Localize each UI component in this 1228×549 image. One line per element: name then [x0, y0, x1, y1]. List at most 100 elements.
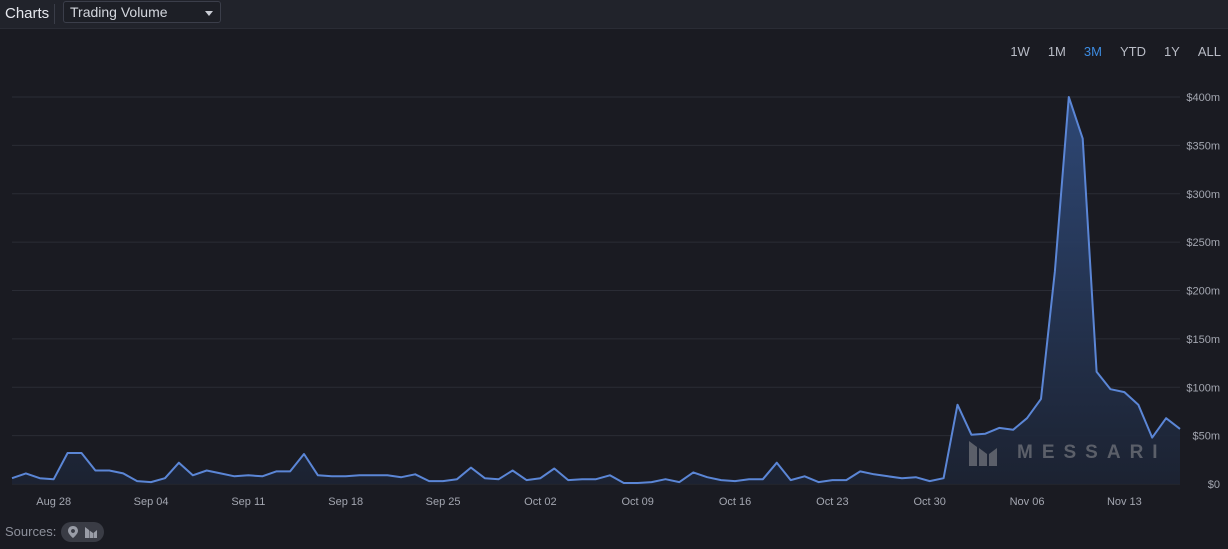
data-point [1082, 138, 1084, 140]
pin-icon [68, 526, 78, 538]
data-point [122, 472, 124, 474]
y-tick-label: $350m [1186, 140, 1220, 152]
data-point [984, 433, 986, 435]
data-point [609, 474, 611, 476]
data-point [1012, 429, 1014, 431]
data-point [25, 472, 27, 474]
data-point [136, 480, 138, 482]
data-point [386, 474, 388, 476]
messari-watermark: MESSARI [967, 438, 1167, 468]
watermark-text: MESSARI [1017, 442, 1167, 463]
data-point [525, 479, 527, 481]
data-point [108, 469, 110, 471]
data-point [859, 470, 861, 472]
data-point [1068, 96, 1070, 98]
data-point [303, 453, 305, 455]
data-point [957, 404, 959, 406]
sources-label: Sources: [5, 524, 57, 539]
data-point [414, 473, 416, 475]
data-point [915, 476, 917, 478]
data-point [1123, 391, 1125, 393]
data-point [442, 480, 444, 482]
data-point [400, 476, 402, 478]
data-point [651, 481, 653, 483]
data-point [1040, 398, 1042, 400]
x-tick-label: Nov 06 [1010, 496, 1045, 508]
data-point [94, 469, 96, 471]
x-tick-label: Sep 04 [134, 496, 169, 508]
y-tick-label: $0 [1208, 479, 1220, 491]
data-point [498, 478, 500, 480]
data-point [637, 482, 639, 484]
data-point [1179, 428, 1181, 430]
data-point [790, 479, 792, 481]
data-point [970, 434, 972, 436]
data-point [67, 452, 69, 454]
y-tick-label: $300m [1186, 189, 1220, 201]
data-point [53, 478, 55, 480]
data-point [692, 471, 694, 473]
x-tick-label: Sep 18 [328, 496, 363, 508]
x-tick-label: Sep 11 [231, 496, 265, 508]
x-tick-label: Aug 28 [36, 496, 71, 508]
data-point [567, 479, 569, 481]
data-point [178, 462, 180, 464]
data-point [233, 475, 235, 477]
data-point [484, 477, 486, 479]
y-tick-label: $200m [1186, 286, 1220, 298]
messari-logo-icon [969, 441, 997, 466]
data-point [720, 479, 722, 481]
data-point [1026, 417, 1028, 419]
data-point [581, 478, 583, 480]
x-tick-label: Nov 13 [1107, 496, 1142, 508]
data-point [331, 475, 333, 477]
data-point [206, 469, 208, 471]
sources-badge[interactable] [61, 522, 104, 542]
data-point [192, 474, 194, 476]
data-point [831, 479, 833, 481]
data-point [748, 478, 750, 480]
data-point [539, 477, 541, 479]
y-tick-label: $250m [1186, 237, 1220, 249]
x-tick-label: Oct 09 [622, 496, 654, 508]
data-point [845, 479, 847, 481]
data-point [901, 477, 903, 479]
data-point [373, 474, 375, 476]
data-point [164, 477, 166, 479]
data-point [887, 475, 889, 477]
data-point [247, 474, 249, 476]
data-point [317, 474, 319, 476]
data-point [345, 475, 347, 477]
x-tick-label: Oct 16 [719, 496, 751, 508]
data-point [1109, 388, 1111, 390]
data-point [1054, 270, 1056, 272]
data-point [81, 452, 83, 454]
data-point [665, 478, 667, 480]
data-point [804, 475, 806, 477]
x-tick-label: Oct 23 [816, 496, 848, 508]
y-tick-label: $150m [1186, 334, 1220, 346]
data-point [678, 481, 680, 483]
y-tick-label: $400m [1186, 92, 1220, 104]
data-point [929, 480, 931, 482]
data-point [623, 482, 625, 484]
data-point [817, 481, 819, 483]
data-point [1096, 371, 1098, 373]
data-point [1165, 417, 1167, 419]
data-point [470, 467, 472, 469]
data-point [595, 478, 597, 480]
x-tick-label: Oct 02 [524, 496, 556, 508]
x-tick-label: Oct 30 [914, 496, 946, 508]
data-point [706, 476, 708, 478]
data-point [150, 481, 152, 483]
data-point [776, 462, 778, 464]
data-point [456, 478, 458, 480]
data-point [512, 469, 514, 471]
data-point [943, 477, 945, 479]
data-point [261, 475, 263, 477]
data-point [998, 427, 1000, 429]
data-point [428, 480, 430, 482]
data-point [39, 477, 41, 479]
y-tick-label: $50m [1192, 431, 1220, 443]
data-point [289, 470, 291, 472]
